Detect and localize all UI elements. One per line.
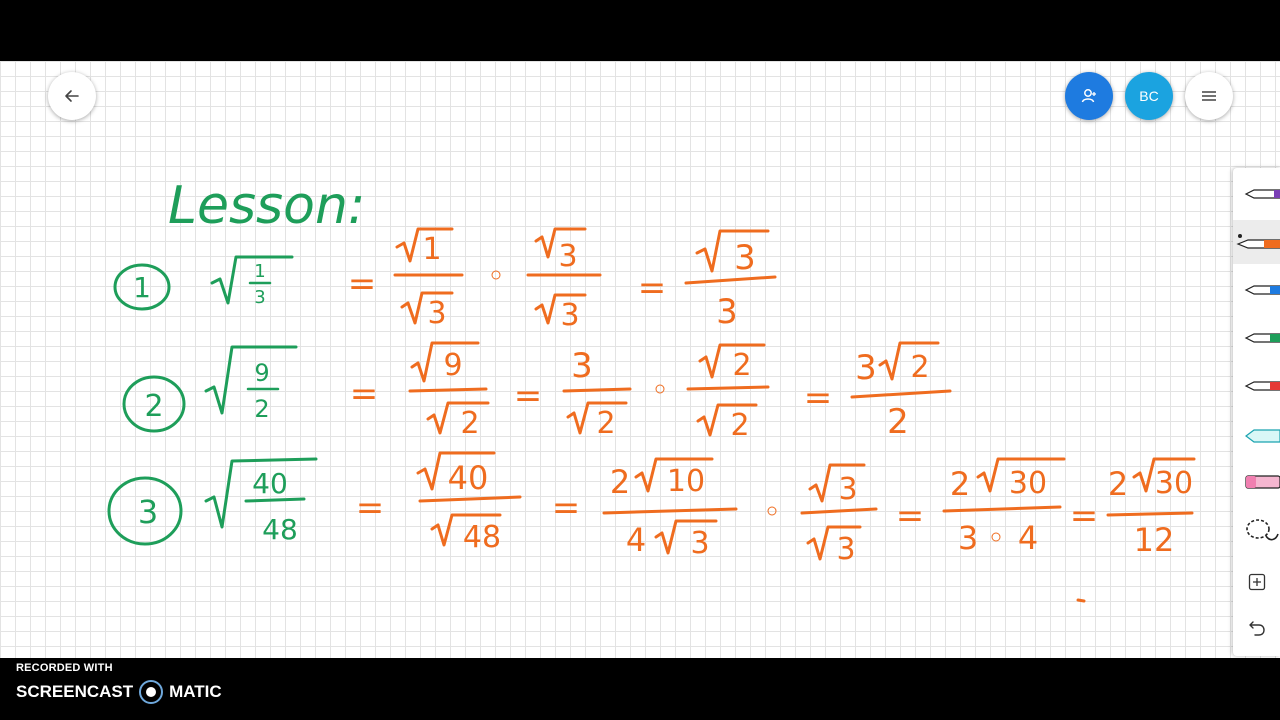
lasso-icon: [1246, 519, 1279, 541]
undo-icon: [1248, 621, 1265, 636]
tool-undo[interactable]: [1233, 606, 1280, 650]
eraser-icon: [1245, 475, 1280, 489]
highlighter-icon: [1245, 429, 1280, 443]
record-icon: [139, 680, 164, 704]
top-letterbox: [0, 0, 1280, 61]
menu-button[interactable]: [1185, 72, 1233, 120]
invite-button[interactable]: [1065, 72, 1113, 120]
red-pen-icon: [1244, 381, 1280, 391]
back-button[interactable]: [48, 72, 96, 120]
green-pen-icon: [1244, 333, 1280, 343]
whiteboard-canvas[interactable]: [0, 61, 1280, 658]
tool-purple-pen[interactable]: [1233, 172, 1280, 216]
orange-pen-icon: [1236, 234, 1280, 249]
blue-pen-icon: [1244, 285, 1280, 295]
hamburger-menu-icon: [1202, 91, 1216, 101]
pen-toolbar: [1233, 168, 1280, 656]
tool-red-pen[interactable]: [1233, 364, 1280, 408]
tool-orange-pen[interactable]: [1233, 220, 1280, 264]
screencast-o-matic-logo: SCREENCAST MATIC: [16, 680, 222, 704]
tool-blue-pen[interactable]: [1233, 268, 1280, 312]
recorded-with-label: RECORDED WITH: [16, 662, 113, 674]
tool-add[interactable]: [1233, 560, 1280, 604]
user-avatar[interactable]: BC: [1125, 72, 1173, 120]
add-person-icon: [1081, 89, 1096, 103]
tool-green-pen[interactable]: [1233, 316, 1280, 360]
back-arrow-icon: [65, 90, 79, 102]
tool-eraser[interactable]: [1233, 460, 1280, 504]
tool-highlighter[interactable]: [1233, 412, 1280, 456]
brand-right: MATIC: [169, 682, 222, 701]
tool-lasso[interactable]: [1233, 508, 1280, 552]
purple-pen-icon: [1244, 189, 1280, 199]
add-icon: [1248, 573, 1265, 591]
brand-left: SCREENCAST: [16, 682, 134, 701]
avatar-initials: BC: [1139, 88, 1159, 104]
